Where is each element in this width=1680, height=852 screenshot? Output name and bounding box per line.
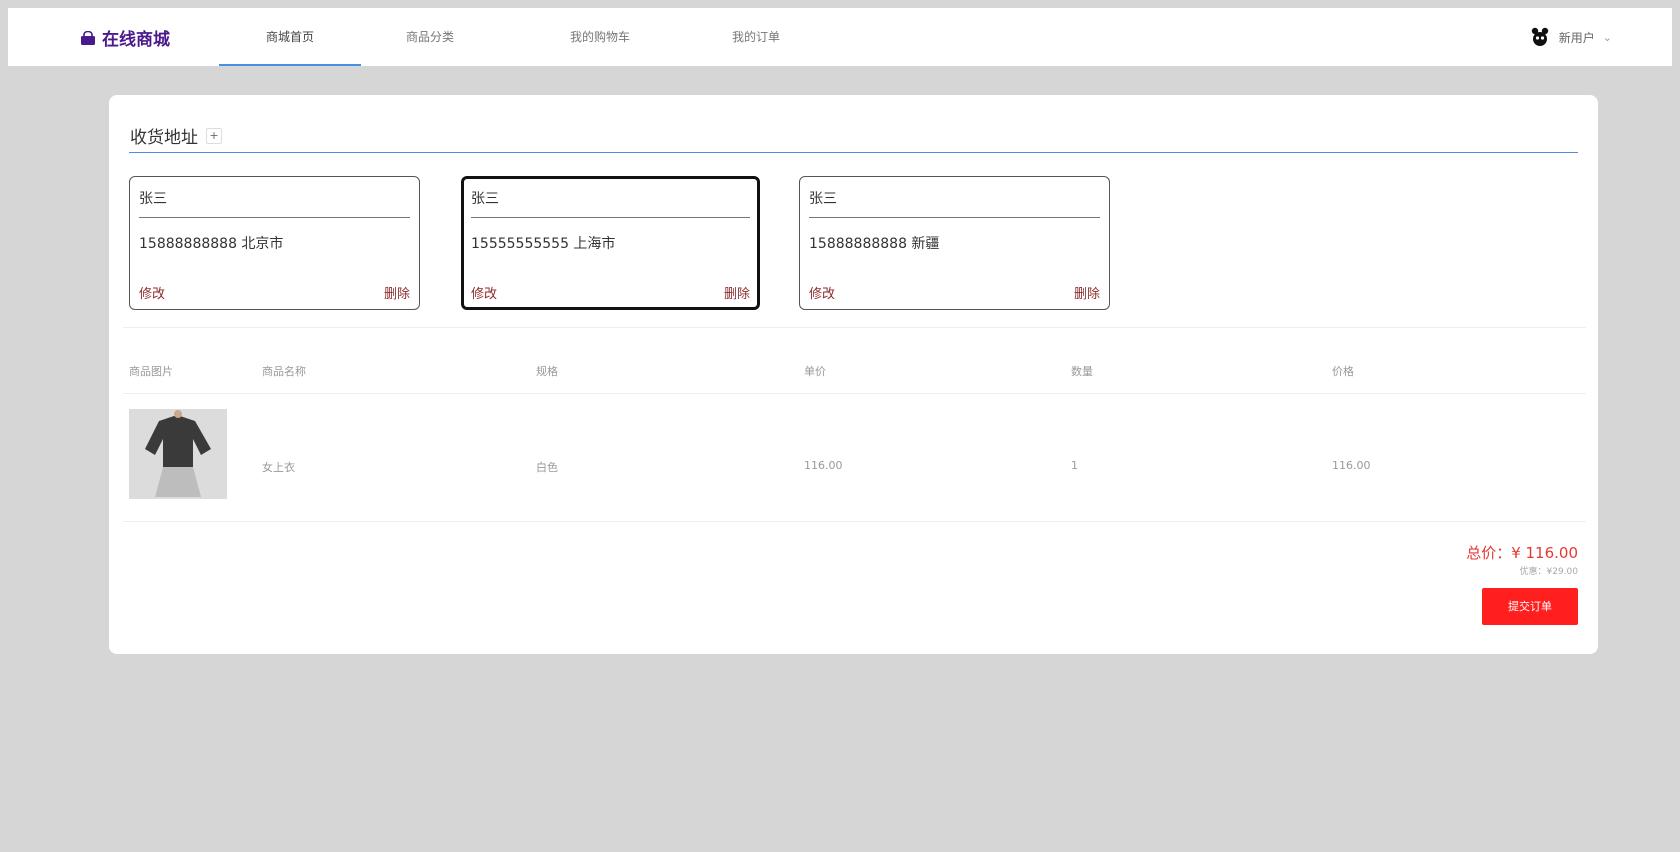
delete-address-link[interactable]: 删除 [1074,283,1100,302]
address-card-2-selected[interactable]: 张三 15555555555 上海市 修改 删除 [461,176,760,310]
submit-order-button[interactable]: 提交订单 [1482,588,1578,625]
divider [809,217,1100,218]
checkout-card: 收货地址 + 张三 15888888888 北京市 修改 删除 张三 15555… [109,95,1598,654]
brand-name: 在线商城 [102,30,170,50]
edit-address-link[interactable]: 修改 [471,283,497,302]
avatar-icon [1531,27,1548,46]
address-detail: 15555555555 上海市 [471,236,616,252]
table-bottom-divider [123,521,1586,522]
product-unit-price: 116.00 [804,459,843,472]
product-price: 116.00 [1332,459,1371,472]
tab-categories[interactable]: 商品分类 [370,8,490,66]
product-photo-shirt [129,409,227,499]
total-label: 总价： [1466,544,1512,562]
divider [471,217,750,218]
address-title: 收货地址 [130,128,198,148]
tab-home[interactable]: 商城首页 [219,8,361,66]
address-card-1[interactable]: 张三 15888888888 北京市 修改 删除 [129,176,420,310]
user-menu[interactable]: 新用户 ⌄ [1529,26,1612,48]
address-divider [129,152,1578,153]
chevron-down-icon: ⌄ [1602,30,1612,44]
address-name: 张三 [139,191,167,207]
address-header: 收货地址 + [130,123,222,148]
section-divider [123,327,1586,328]
product-qty: 1 [1071,459,1078,472]
edit-address-link[interactable]: 修改 [139,283,165,302]
address-name: 张三 [471,191,499,207]
add-address-button[interactable]: + [206,127,222,144]
divider [139,217,410,218]
top-nav-bar: 在线商城 商城首页 商品分类 我的购物车 我的订单 新用户 ⌄ [8,8,1672,66]
order-discount: 优惠：¥29.00 [1519,564,1578,577]
col-header-image: 商品图片 [129,365,173,378]
col-header-unit-price: 单价 [804,365,826,378]
address-detail: 15888888888 新疆 [809,236,940,252]
total-value: ¥ 116.00 [1511,544,1578,562]
product-name[interactable]: 女上衣 [262,459,295,475]
address-name: 张三 [809,191,837,207]
edit-address-link[interactable]: 修改 [809,283,835,302]
tab-cart[interactable]: 我的购物车 [530,8,670,66]
delete-address-link[interactable]: 删除 [384,283,410,302]
address-detail: 15888888888 北京市 [139,236,284,252]
tab-orders[interactable]: 我的订单 [696,8,816,66]
order-total: 总价：¥ 116.00 [1466,542,1578,563]
col-header-price: 价格 [1332,365,1354,378]
discount-value: ¥29.00 [1546,567,1579,577]
shopping-bag-icon [81,30,95,45]
col-header-spec: 规格 [536,365,558,378]
table-divider [123,393,1586,394]
discount-label: 优惠： [1519,567,1547,577]
address-card-3[interactable]: 张三 15888888888 新疆 修改 删除 [799,176,1110,310]
col-header-qty: 数量 [1071,365,1093,378]
user-name: 新用户 [1558,30,1595,45]
product-spec: 白色 [536,461,558,474]
product-image[interactable] [129,409,227,499]
brand-logo[interactable]: 在线商城 [80,25,170,50]
col-header-name: 商品名称 [262,365,306,378]
delete-address-link[interactable]: 删除 [724,283,750,302]
